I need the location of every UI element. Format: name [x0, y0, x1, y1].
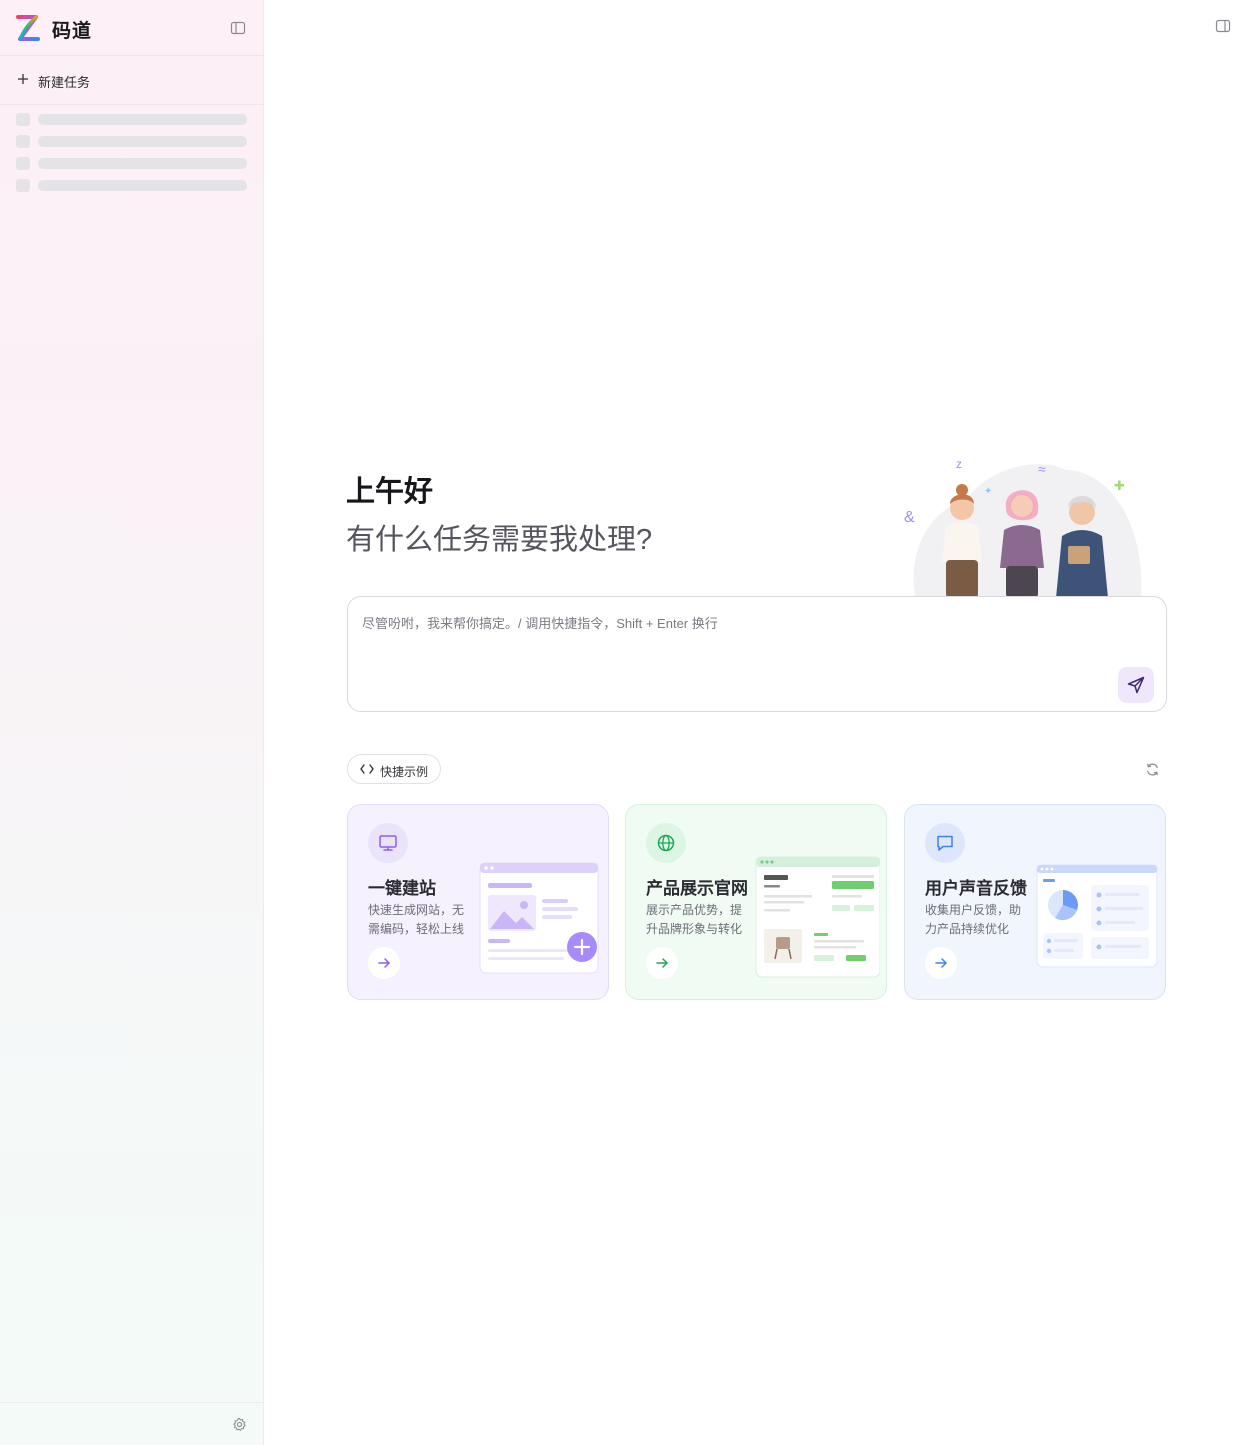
task-list-skeleton-row: [16, 135, 247, 148]
arrow-right-icon: [378, 958, 390, 968]
card-title: 产品展示官网: [646, 879, 748, 898]
plus-icon: [18, 74, 28, 84]
settings-gear-icon[interactable]: [232, 1417, 247, 1432]
right-panel-toggle-icon[interactable]: [1215, 18, 1231, 34]
website-builder-preview-image: [479, 862, 599, 974]
example-card-product-site[interactable]: 产品展示官网 展示产品优势，提升品牌形象与转化: [625, 804, 887, 1000]
card-arrow-button[interactable]: [368, 947, 400, 979]
app-logo-icon: [16, 15, 40, 41]
prompt-input[interactable]: [362, 613, 1102, 673]
svg-text:✦: ✦: [984, 486, 992, 497]
sidebar: 码道 新建任务: [0, 0, 264, 1445]
card-icon-badge: [368, 823, 408, 863]
card-description: 展示产品优势，提升品牌形象与转化: [646, 903, 743, 936]
send-icon: [1127, 676, 1145, 694]
task-list-skeleton-row: [16, 157, 247, 170]
card-arrow-button[interactable]: [646, 947, 678, 979]
task-list-skeleton-row: [16, 179, 247, 192]
refresh-examples-icon[interactable]: [1145, 762, 1160, 777]
quick-examples-button[interactable]: 快捷示例: [347, 754, 441, 784]
arrow-right-icon: [656, 958, 668, 968]
user-feedback-preview-image: [1036, 864, 1158, 968]
example-card-website-builder[interactable]: 一键建站 快速生成网站，无需编码，轻松上线: [347, 804, 609, 1000]
sidebar-footer: [0, 1402, 263, 1445]
svg-text:✚: ✚: [1114, 478, 1125, 493]
card-icon-badge: [925, 823, 965, 863]
message-icon: [937, 835, 953, 851]
globe-icon: [657, 834, 675, 852]
code-icon: [360, 764, 374, 774]
card-description: 快速生成网站，无需编码，轻松上线: [368, 903, 465, 936]
monitor-icon: [379, 835, 397, 851]
card-title: 用户声音反馈: [925, 879, 1027, 898]
arrow-right-icon: [935, 958, 947, 968]
svg-text:≈: ≈: [1038, 461, 1046, 477]
card-icon-badge: [646, 823, 686, 863]
card-title: 一键建站: [368, 879, 436, 898]
greeting-heading: 上午好: [346, 476, 434, 508]
sidebar-collapse-icon[interactable]: [230, 20, 246, 36]
app-title: 码道: [52, 21, 93, 42]
send-button[interactable]: [1118, 667, 1154, 703]
quick-examples-label: 快捷示例: [380, 765, 429, 779]
sidebar-header: 码道: [0, 0, 263, 56]
prompt-input-box: [347, 596, 1167, 712]
new-task-button[interactable]: 新建任务: [0, 56, 263, 105]
example-card-user-feedback[interactable]: 用户声音反馈 收集用户反馈，助力产品持续优化: [904, 804, 1166, 1000]
new-task-label: 新建任务: [38, 75, 91, 90]
product-site-preview-image: [755, 856, 880, 978]
svg-text:&: &: [904, 509, 915, 526]
card-description: 收集用户反馈，助力产品持续优化: [925, 903, 1022, 936]
team-illustration: z ≈ & ✦ ✚: [904, 457, 1142, 598]
card-arrow-button[interactable]: [925, 947, 957, 979]
svg-text:z: z: [956, 457, 962, 471]
task-question-heading: 有什么任务需要我处理?: [346, 524, 653, 556]
task-list-skeleton-row: [16, 113, 247, 126]
